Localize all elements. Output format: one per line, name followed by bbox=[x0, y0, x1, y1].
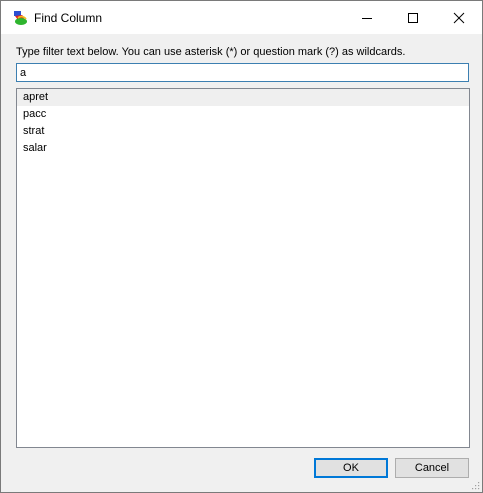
close-icon bbox=[453, 12, 465, 24]
filter-input[interactable] bbox=[16, 63, 469, 82]
cancel-button[interactable]: Cancel bbox=[395, 458, 469, 478]
close-button[interactable] bbox=[436, 1, 482, 34]
maximize-button[interactable] bbox=[390, 1, 436, 34]
list-item[interactable]: strat bbox=[17, 123, 469, 140]
list-item[interactable]: salar bbox=[17, 140, 469, 157]
maximize-icon bbox=[408, 13, 418, 23]
app-icon bbox=[14, 11, 27, 25]
resize-grip-icon[interactable] bbox=[470, 480, 480, 490]
window-title: Find Column bbox=[34, 11, 103, 25]
minimize-icon bbox=[362, 18, 372, 19]
find-column-dialog: Find Column Type filter text below. You … bbox=[0, 0, 483, 493]
column-list[interactable]: apret pacc strat salar bbox=[16, 88, 470, 448]
list-item[interactable]: pacc bbox=[17, 106, 469, 123]
filter-instruction-label: Type filter text below. You can use aste… bbox=[16, 46, 406, 58]
minimize-button[interactable] bbox=[344, 1, 390, 34]
ok-button[interactable]: OK bbox=[314, 458, 388, 478]
list-item[interactable]: apret bbox=[17, 89, 469, 106]
title-bar[interactable]: Find Column bbox=[1, 1, 482, 34]
